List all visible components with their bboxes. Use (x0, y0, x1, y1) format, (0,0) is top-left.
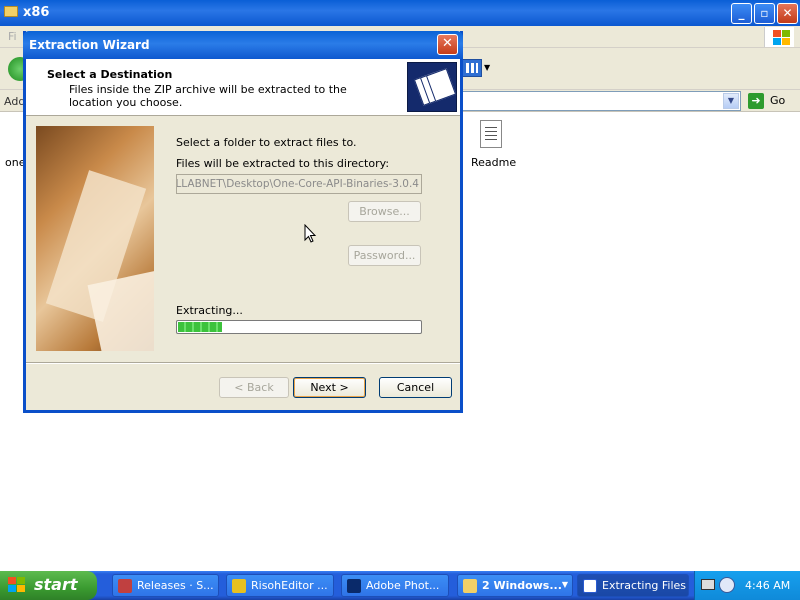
mouse-cursor-icon (304, 224, 317, 243)
browser-icon (118, 579, 132, 593)
keyboard-icon[interactable] (701, 579, 715, 590)
password-button[interactable]: Password... (348, 245, 421, 266)
text-file-icon[interactable] (480, 120, 502, 148)
wizard-header: Select a Destination Files inside the ZI… (26, 59, 460, 116)
go-arrow-icon[interactable]: ➜ (748, 93, 764, 109)
minimize-button[interactable]: _ (731, 3, 752, 24)
next-button[interactable]: Next > (293, 377, 366, 398)
browse-button[interactable]: Browse... (348, 201, 421, 222)
extraction-progress-bar (176, 320, 422, 334)
windows-logo-icon (764, 27, 794, 47)
taskbar-item-label: 2 Windows... (482, 579, 562, 592)
taskbar: start Releases · S... RisohEditor ... Ad… (0, 571, 800, 600)
taskbar-item[interactable]: Adobe Phot... (341, 574, 449, 597)
start-button[interactable]: start (0, 571, 97, 600)
header-description: Files inside the ZIP archive will be ext… (69, 83, 347, 109)
directory-label: Files will be extracted to this director… (176, 157, 390, 170)
folder-icon (4, 6, 18, 17)
chevron-down-icon: ▼ (561, 580, 568, 589)
cancel-button[interactable]: Cancel (379, 377, 452, 398)
destination-path-field[interactable]: OLLABNET\Desktop\One-Core-API-Binaries-3… (176, 174, 422, 194)
taskbar-item-label: RisohEditor ... (251, 579, 328, 592)
wizard-side-image (36, 126, 154, 351)
windows-flag-icon (8, 577, 26, 593)
system-tray: 4:46 AM (694, 571, 800, 600)
select-folder-text: Select a folder to extract files to. (176, 136, 357, 149)
folder-icon (463, 579, 477, 593)
address-input[interactable] (455, 91, 741, 111)
back-button[interactable]: < Back (219, 377, 289, 398)
divider (26, 362, 460, 364)
close-button[interactable]: ✕ (777, 3, 798, 24)
zip-folders-icon (407, 62, 457, 112)
maximize-button[interactable]: ▫ (754, 3, 775, 24)
address-dropdown-icon[interactable]: ▼ (723, 93, 739, 109)
menu-file[interactable]: Fi (8, 30, 17, 43)
dialog-close-button[interactable]: ✕ (437, 34, 458, 55)
explorer-title: x86 (23, 5, 50, 20)
taskbar-item-label: Releases · S... (137, 579, 214, 592)
taskbar-item[interactable]: Releases · S... (112, 574, 219, 597)
risoh-icon (232, 579, 246, 593)
taskbar-item[interactable]: RisohEditor ... (226, 574, 334, 597)
progress-fill (178, 322, 222, 332)
go-button[interactable]: Go (770, 94, 785, 107)
start-label: start (34, 575, 78, 594)
dialog-title: Extraction Wizard (29, 38, 150, 52)
clock[interactable]: 4:46 AM (745, 579, 790, 592)
window-icon (583, 579, 597, 593)
taskbar-item[interactable]: 2 Windows... ▼ (457, 574, 573, 597)
photoshop-icon (347, 579, 361, 593)
taskbar-item-label: Extracting Files (602, 579, 687, 592)
views-icon[interactable] (462, 59, 482, 77)
chevron-down-icon[interactable]: ▼ (484, 63, 490, 72)
taskbar-item-label: Adobe Phot... (366, 579, 440, 592)
volume-icon[interactable] (719, 577, 735, 593)
file-item[interactable]: Readme (471, 156, 516, 169)
header-title: Select a Destination (47, 68, 173, 81)
extraction-wizard-dialog: Extraction Wizard ✕ Select a Destination… (23, 31, 463, 413)
taskbar-item[interactable]: Extracting Files (577, 574, 689, 597)
dialog-title-bar[interactable]: Extraction Wizard ✕ (23, 31, 463, 59)
status-text: Extracting... (176, 304, 243, 317)
explorer-title-bar[interactable]: x86 _ ▫ ✕ (0, 0, 800, 26)
destination-path-value: OLLABNET\Desktop\One-Core-API-Binaries-3… (176, 178, 419, 190)
